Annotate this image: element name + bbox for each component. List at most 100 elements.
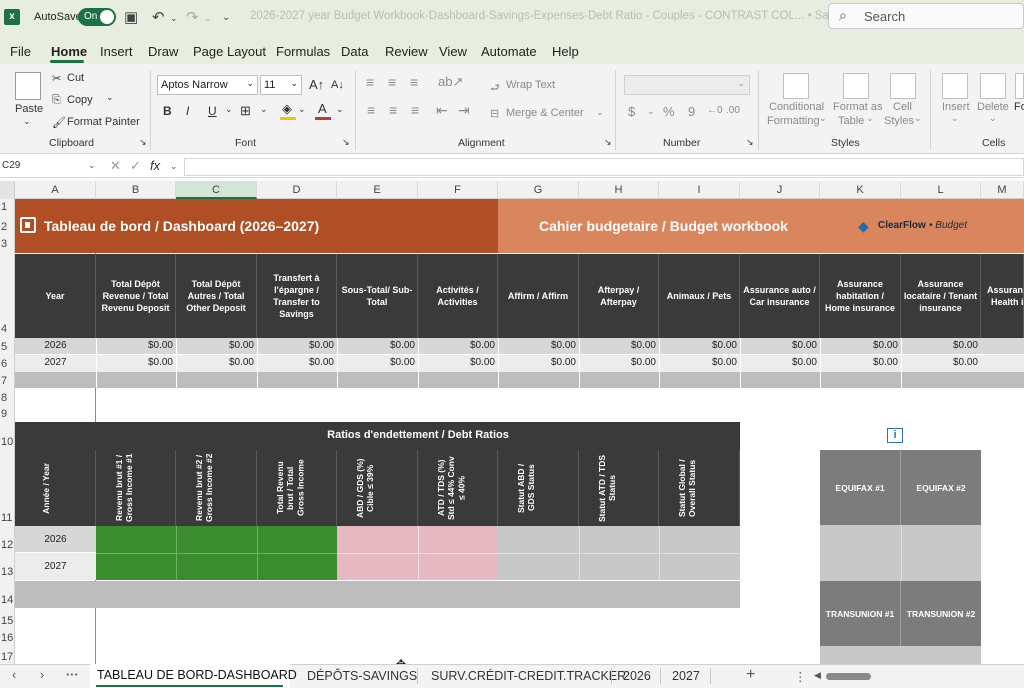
- undo-dropdown-icon[interactable]: ⌄: [170, 13, 178, 24]
- conditional-formatting-icon[interactable]: [783, 73, 809, 99]
- row-header-13[interactable]: 13: [0, 566, 15, 578]
- row-header-1[interactable]: 1: [0, 201, 15, 213]
- format-cells-icon[interactable]: [1015, 73, 1024, 99]
- sheet-tab-credit-tracker[interactable]: SURV.CRÉDIT-CREDIT.TRACKER: [431, 669, 626, 683]
- undo-icon[interactable]: ↶: [152, 8, 165, 26]
- conditional-formatting-button[interactable]: Conditional: [769, 101, 824, 113]
- chevron-down-icon[interactable]: ⌄: [866, 113, 874, 124]
- paste-dropdown-icon[interactable]: ⌄: [23, 116, 31, 127]
- sheet-tab-2026[interactable]: 2026: [623, 669, 651, 683]
- row-header-2[interactable]: 2: [0, 221, 15, 233]
- increase-font-icon[interactable]: A↑: [309, 77, 324, 92]
- row-header-15[interactable]: 15: [0, 615, 15, 627]
- decrease-font-icon[interactable]: A↓: [331, 79, 344, 91]
- summary-value-cell[interactable]: $0.00: [820, 357, 901, 368]
- align-left-icon[interactable]: ≡: [367, 102, 375, 118]
- name-box[interactable]: C29: [2, 160, 98, 176]
- fill-color-icon[interactable]: ◈: [282, 101, 292, 117]
- menu-home[interactable]: Home: [51, 44, 87, 59]
- italic-button[interactable]: I: [186, 104, 189, 118]
- save-icon[interactable]: ▣: [124, 8, 138, 26]
- customize-toolbar-icon[interactable]: ⌄: [222, 12, 230, 23]
- format-painter-button[interactable]: Format Painter: [67, 116, 140, 128]
- summary-value-cell[interactable]: $0.00: [659, 357, 740, 368]
- row-header-12[interactable]: 12: [0, 539, 15, 551]
- row-header-7[interactable]: 7: [0, 375, 15, 387]
- menu-view[interactable]: View: [439, 44, 467, 59]
- row-header-14[interactable]: 14: [0, 594, 15, 606]
- column-header-g[interactable]: G: [498, 181, 579, 199]
- summary-value-cell[interactable]: $0.00: [418, 340, 498, 351]
- menu-page-layout[interactable]: Page Layout: [193, 44, 266, 59]
- currency-dropdown-icon[interactable]: ⌄: [647, 106, 655, 117]
- summary-value-cell[interactable]: $0.00: [96, 340, 176, 351]
- sheet-tab-deposits[interactable]: DÉPÔTS-SAVINGS: [307, 669, 417, 683]
- font-color-dropdown-icon[interactable]: ⌄: [336, 104, 344, 115]
- chevron-down-icon[interactable]: ⌄: [951, 113, 959, 124]
- menu-formulas[interactable]: Formulas: [276, 44, 330, 59]
- column-header-a[interactable]: A: [15, 181, 96, 199]
- menu-help[interactable]: Help: [552, 44, 579, 59]
- font-size-select[interactable]: 11 ⌄: [260, 75, 302, 95]
- scroll-left-icon[interactable]: ◀: [814, 670, 821, 681]
- row-header-11[interactable]: 11: [0, 512, 15, 524]
- merge-center-button[interactable]: Merge & Center: [506, 107, 584, 119]
- summary-value-cell[interactable]: $0.00: [498, 340, 579, 351]
- row-header-6[interactable]: 6: [0, 358, 15, 370]
- transunion-score-cells[interactable]: [820, 646, 981, 664]
- percent-button[interactable]: %: [663, 104, 675, 119]
- underline-dropdown-icon[interactable]: ⌄: [225, 104, 233, 115]
- align-right-icon[interactable]: ≡: [411, 102, 419, 118]
- summary-value-cell[interactable]: $0.00: [579, 357, 659, 368]
- copy-button[interactable]: Copy: [67, 94, 93, 106]
- summary-value-cell[interactable]: $0.00: [740, 340, 820, 351]
- summary-value-cell[interactable]: $0.00: [901, 357, 981, 368]
- summary-value-cell[interactable]: $0.00: [901, 340, 981, 351]
- summary-value-cell[interactable]: $0.00: [337, 357, 418, 368]
- format-cells-button[interactable]: Fo: [1014, 101, 1024, 113]
- increase-decimal-icon[interactable]: ←0: [707, 105, 723, 116]
- underline-button[interactable]: U: [208, 104, 217, 118]
- font-color-icon[interactable]: A: [318, 101, 327, 116]
- borders-dropdown-icon[interactable]: ⌄: [260, 104, 268, 115]
- column-header-h[interactable]: H: [579, 181, 659, 199]
- cell-styles-button[interactable]: Cell: [893, 101, 912, 113]
- chevron-down-icon[interactable]: ⌄: [989, 113, 997, 124]
- column-header-e[interactable]: E: [337, 181, 418, 199]
- delete-cells-button[interactable]: Delete: [977, 101, 1009, 113]
- middle-align-icon[interactable]: ≡: [388, 74, 396, 90]
- menu-file[interactable]: File: [10, 44, 31, 59]
- next-sheet-icon[interactable]: ›: [40, 668, 44, 682]
- bold-button[interactable]: B: [163, 104, 172, 118]
- column-header-c[interactable]: C: [176, 181, 257, 199]
- column-header-k[interactable]: K: [820, 181, 901, 199]
- chevron-down-icon[interactable]: ⌄: [914, 113, 922, 124]
- redo-dropdown-icon[interactable]: ⌄: [204, 13, 212, 24]
- increase-indent-icon[interactable]: ⇥: [458, 102, 470, 119]
- search-box[interactable]: ⌕ Search: [828, 3, 1024, 29]
- autosave-toggle[interactable]: On: [78, 8, 116, 26]
- column-header-j[interactable]: J: [740, 181, 820, 199]
- summary-value-cell[interactable]: $0.00: [337, 340, 418, 351]
- top-align-icon[interactable]: ≡: [366, 74, 374, 90]
- cut-button[interactable]: Cut: [67, 72, 84, 84]
- insert-cells-button[interactable]: Insert: [942, 101, 970, 113]
- row-header-4[interactable]: 4: [0, 323, 15, 335]
- row-header-10[interactable]: 10: [0, 436, 15, 448]
- currency-icon[interactable]: $: [628, 104, 635, 119]
- borders-icon[interactable]: ⊞: [240, 103, 251, 119]
- row-header-16[interactable]: 16: [0, 632, 15, 644]
- enter-icon[interactable]: ✓: [130, 158, 141, 174]
- column-header-d[interactable]: D: [257, 181, 337, 199]
- menu-automate[interactable]: Automate: [481, 44, 537, 59]
- decrease-indent-icon[interactable]: ⇤: [436, 102, 448, 119]
- font-launcher-icon[interactable]: ↘: [342, 137, 350, 148]
- summary-value-cell[interactable]: $0.00: [96, 357, 176, 368]
- summary-value-cell[interactable]: $0.00: [257, 340, 337, 351]
- select-all-corner[interactable]: [0, 181, 15, 199]
- more-sheets-icon[interactable]: ···: [66, 668, 79, 682]
- menu-review[interactable]: Review: [385, 44, 428, 59]
- bottom-align-icon[interactable]: ≡: [410, 74, 418, 90]
- sheet-tab-dashboard[interactable]: TABLEAU DE BORD-DASHBOARD: [97, 668, 297, 682]
- fx-dropdown-icon[interactable]: ⌄: [170, 161, 178, 172]
